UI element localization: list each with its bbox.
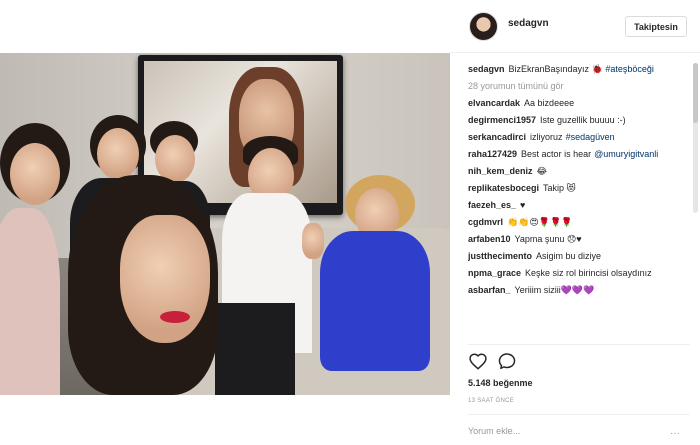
comment-text: 😂 <box>536 166 548 176</box>
comment-tag-link[interactable]: #sedagüven <box>566 132 615 142</box>
comment-username[interactable]: elvancardak <box>468 98 520 108</box>
scrollbar-thumb[interactable] <box>693 63 698 123</box>
comment-row: faezeh_es_ ♥ <box>468 199 690 211</box>
comment-row: elvancardak Aa bizdeeee <box>468 97 690 109</box>
comment-text: Yeriiim siziii💜💜💜 <box>514 285 595 295</box>
caption-username[interactable]: sedagvn <box>468 64 505 74</box>
comment-username[interactable]: cgdmvrl <box>468 217 503 227</box>
comment-row: asbarfan_ Yeriiim siziii💜💜💜 <box>468 284 690 296</box>
more-options-icon[interactable]: ··· <box>670 428 680 439</box>
comment-tag-link[interactable]: @umuryigitvanli <box>594 149 658 159</box>
comment-text: Best actor is hear <box>521 149 592 159</box>
comment-username[interactable]: asbarfan_ <box>468 285 511 295</box>
comment-row: replikatesbocegi Takip 😻 <box>468 182 690 194</box>
comment-row: justthecimento Asigim bu diziye <box>468 250 690 262</box>
comments-scrollbar[interactable] <box>693 63 698 213</box>
comment-username[interactable]: serkancadirci <box>468 132 526 142</box>
caption-text: BizEkranBaşındayız <box>508 64 590 74</box>
heart-icon[interactable] <box>468 352 488 370</box>
divider <box>468 344 690 345</box>
comment-text: Keşke siz rol birincisi olsaydınız <box>525 268 652 278</box>
comment-row: npma_grace Keşke siz rol birincisi olsayd… <box>468 267 690 279</box>
user-avatar[interactable] <box>469 12 498 41</box>
comment-row: arfaben10 Yapma şunu 😞♥ <box>468 233 690 245</box>
comment-icon[interactable] <box>497 352 517 370</box>
comment-row: cgdmvrl 👏👏😍🌹🌹🌹 <box>468 216 690 228</box>
comments-list[interactable]: sedagvn BizEkranBaşındayız 🐞 #ateşböceği … <box>468 63 690 345</box>
comment-text: Takip 😻 <box>543 183 576 193</box>
following-button[interactable]: Takiptesin <box>625 16 687 37</box>
caption-hashtag[interactable]: #ateşböceği <box>605 64 654 74</box>
comment-text: Yapma şunu 😞♥ <box>514 234 582 244</box>
comment-text: 👏👏😍🌹🌹🌹 <box>507 217 573 227</box>
comment-row: nih_kem_deniz 😂 <box>468 165 690 177</box>
header-username[interactable]: sedagvn <box>508 18 549 29</box>
comment-row: degirmenci1957 Iste guzellik buuuu :-) <box>468 114 690 126</box>
comment-text: izliyoruz <box>530 132 563 142</box>
comment-text: ♥ <box>520 200 526 210</box>
divider <box>468 414 690 415</box>
comment-username[interactable]: arfaben10 <box>468 234 511 244</box>
comment-text: Asigim bu diziye <box>536 251 602 261</box>
likes-count[interactable]: 5.148 beğenme <box>468 378 533 388</box>
comment-text: Iste guzellik buuuu :-) <box>540 115 626 125</box>
comment-row: raha127429 Best actor is hear @umuryigitva… <box>468 148 690 160</box>
add-comment-input[interactable] <box>468 422 668 440</box>
post-timestamp: 13 SAAT ÖNCE <box>468 398 515 404</box>
comment-row: serkancadirci izliyoruz #sedagüven <box>468 131 690 143</box>
post-photo[interactable] <box>0 53 450 395</box>
comment-text: Aa bizdeeee <box>524 98 575 108</box>
view-all-comments-link[interactable]: 28 yorumun tümünü gör <box>468 80 690 92</box>
caption-emoji: 🐞 <box>591 64 603 74</box>
comment-username[interactable]: replikatesbocegi <box>468 183 539 193</box>
comment-username[interactable]: justthecimento <box>468 251 532 261</box>
post-caption: sedagvn BizEkranBaşındayız 🐞 #ateşböceği <box>468 63 690 75</box>
comment-username[interactable]: raha127429 <box>468 149 517 159</box>
comment-username[interactable]: npma_grace <box>468 268 521 278</box>
comment-username[interactable]: degirmenci1957 <box>468 115 536 125</box>
comment-username[interactable]: nih_kem_deniz <box>468 166 533 176</box>
comment-username[interactable]: faezeh_es_ <box>468 200 516 210</box>
